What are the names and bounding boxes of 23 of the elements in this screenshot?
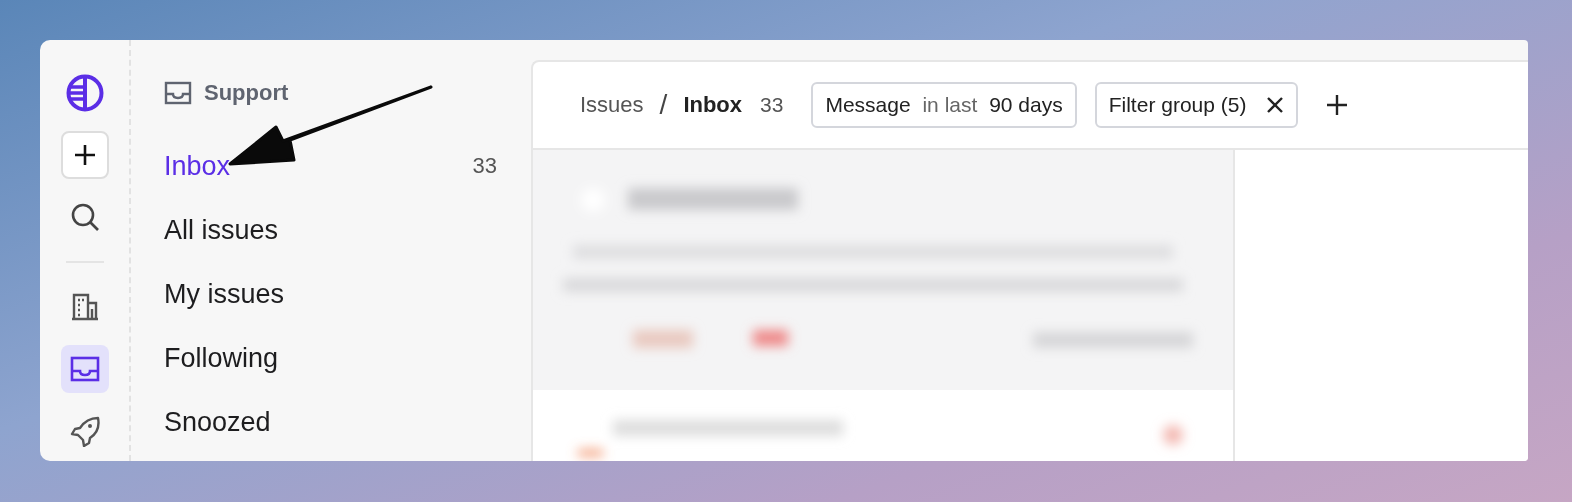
close-icon bbox=[1266, 96, 1285, 114]
inbox-icon bbox=[69, 356, 100, 382]
sidebar-item[interactable]: Inbox 33 bbox=[164, 134, 497, 198]
building-icon bbox=[69, 293, 100, 321]
page-title: Inbox bbox=[683, 92, 743, 118]
inbox-icon bbox=[164, 81, 192, 105]
breadcrumb-separator: / bbox=[659, 89, 668, 121]
sidebar-item[interactable]: All issues bbox=[164, 198, 497, 262]
breadcrumb-link[interactable]: Issues bbox=[580, 92, 644, 118]
sidebar-item[interactable]: Following bbox=[164, 326, 497, 390]
search-icon bbox=[69, 202, 100, 232]
section-title: Support bbox=[204, 80, 289, 106]
issue-count: 33 bbox=[760, 93, 784, 117]
logo-icon bbox=[65, 74, 104, 112]
rocket-icon bbox=[68, 415, 101, 447]
filter-group-chip[interactable]: Filter group (5) bbox=[1094, 82, 1299, 128]
sidebar-item[interactable]: My issues bbox=[164, 262, 497, 326]
plus-icon bbox=[1326, 94, 1349, 116]
new-button[interactable] bbox=[60, 131, 109, 179]
filter-chip[interactable]: Message in last 90 days bbox=[811, 82, 1077, 128]
plus-icon bbox=[72, 143, 97, 167]
sidebar-item[interactable]: Snoozed bbox=[164, 390, 497, 454]
inbox-button[interactable] bbox=[60, 345, 109, 393]
